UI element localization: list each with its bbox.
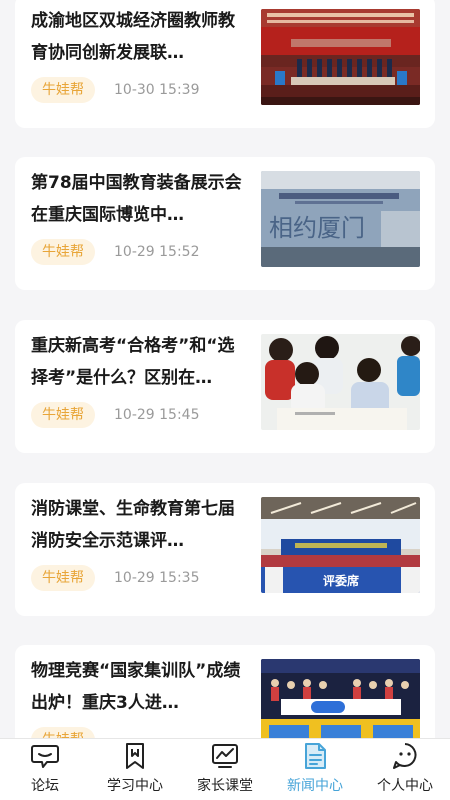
tab-label: 个人中心 xyxy=(377,778,433,794)
tab-label: 学习中心 xyxy=(107,778,163,794)
news-card[interactable]: 物理竞赛“国家集训队”成绩出炉！重庆3人进… 牛娃帮 xyxy=(15,645,435,738)
chat-icon xyxy=(30,742,60,770)
bottom-tab-bar: 论坛 学习中心 家长课堂 新闻中心 个人中心 xyxy=(0,738,450,800)
tab-parent-class[interactable]: 家长课堂 xyxy=(180,739,270,800)
news-document-icon xyxy=(300,742,330,770)
tab-study-center[interactable]: 学习中心 xyxy=(90,739,180,800)
source-tag: 牛娃帮 xyxy=(31,565,95,591)
tab-forum[interactable]: 论坛 xyxy=(0,739,90,800)
news-title[interactable]: 第78届中国教育装备展示会在重庆国际博览中… xyxy=(31,167,249,231)
source-tag: 牛娃帮 xyxy=(31,727,95,738)
news-card[interactable]: 成渝地区双城经济圈教师教育协同创新发展联… 牛娃帮 10-30 15:39 xyxy=(15,0,435,128)
news-time: 10-29 15:35 xyxy=(114,570,200,586)
tab-label: 家长课堂 xyxy=(197,778,253,794)
news-card[interactable]: 重庆新高考“合格考”和“选择考”是什么？区别在… 牛娃帮 10-29 15:45 xyxy=(15,320,435,453)
source-tag: 牛娃帮 xyxy=(31,77,95,103)
news-thumbnail[interactable] xyxy=(261,659,420,738)
news-thumbnail[interactable]: 相约厦门 xyxy=(261,171,420,267)
news-thumbnail[interactable] xyxy=(261,9,420,105)
bookmark-book-icon xyxy=(120,742,150,770)
news-title[interactable]: 消防课堂、生命教育第七届消防安全示范课评… xyxy=(31,493,249,557)
news-thumbnail[interactable] xyxy=(261,334,420,430)
source-tag: 牛娃帮 xyxy=(31,402,95,428)
news-time: 10-29 15:52 xyxy=(114,244,200,260)
news-title[interactable]: 成渝地区双城经济圈教师教育协同创新发展联… xyxy=(31,5,249,69)
tab-personal-center[interactable]: 个人中心 xyxy=(360,739,450,800)
tab-news-center[interactable]: 新闻中心 xyxy=(270,739,360,800)
tab-label: 论坛 xyxy=(31,778,59,794)
news-title[interactable]: 重庆新高考“合格考”和“选择考”是什么？区别在… xyxy=(31,330,249,394)
news-time: 10-29 15:45 xyxy=(114,407,200,423)
judges-sign-text: 评委席 xyxy=(323,573,359,588)
news-card[interactable]: 消防课堂、生命教育第七届消防安全示范课评… 牛娃帮 10-29 15:35 评委… xyxy=(15,483,435,616)
user-face-icon xyxy=(390,742,420,770)
news-time: 10-30 15:39 xyxy=(114,82,200,98)
news-thumbnail[interactable]: 评委席 xyxy=(261,497,420,593)
news-feed[interactable]: 成渝地区双城经济圈教师教育协同创新发展联… 牛娃帮 10-30 15:39 第7… xyxy=(0,0,450,738)
chart-board-icon xyxy=(210,742,240,770)
news-card[interactable]: 第78届中国教育装备展示会在重庆国际博览中… 牛娃帮 10-29 15:52 相… xyxy=(15,157,435,290)
tab-label: 新闻中心 xyxy=(287,778,343,794)
news-title[interactable]: 物理竞赛“国家集训队”成绩出炉！重庆3人进… xyxy=(31,655,249,719)
expo-banner-text: 相约厦门 xyxy=(269,214,365,242)
source-tag: 牛娃帮 xyxy=(31,239,95,265)
